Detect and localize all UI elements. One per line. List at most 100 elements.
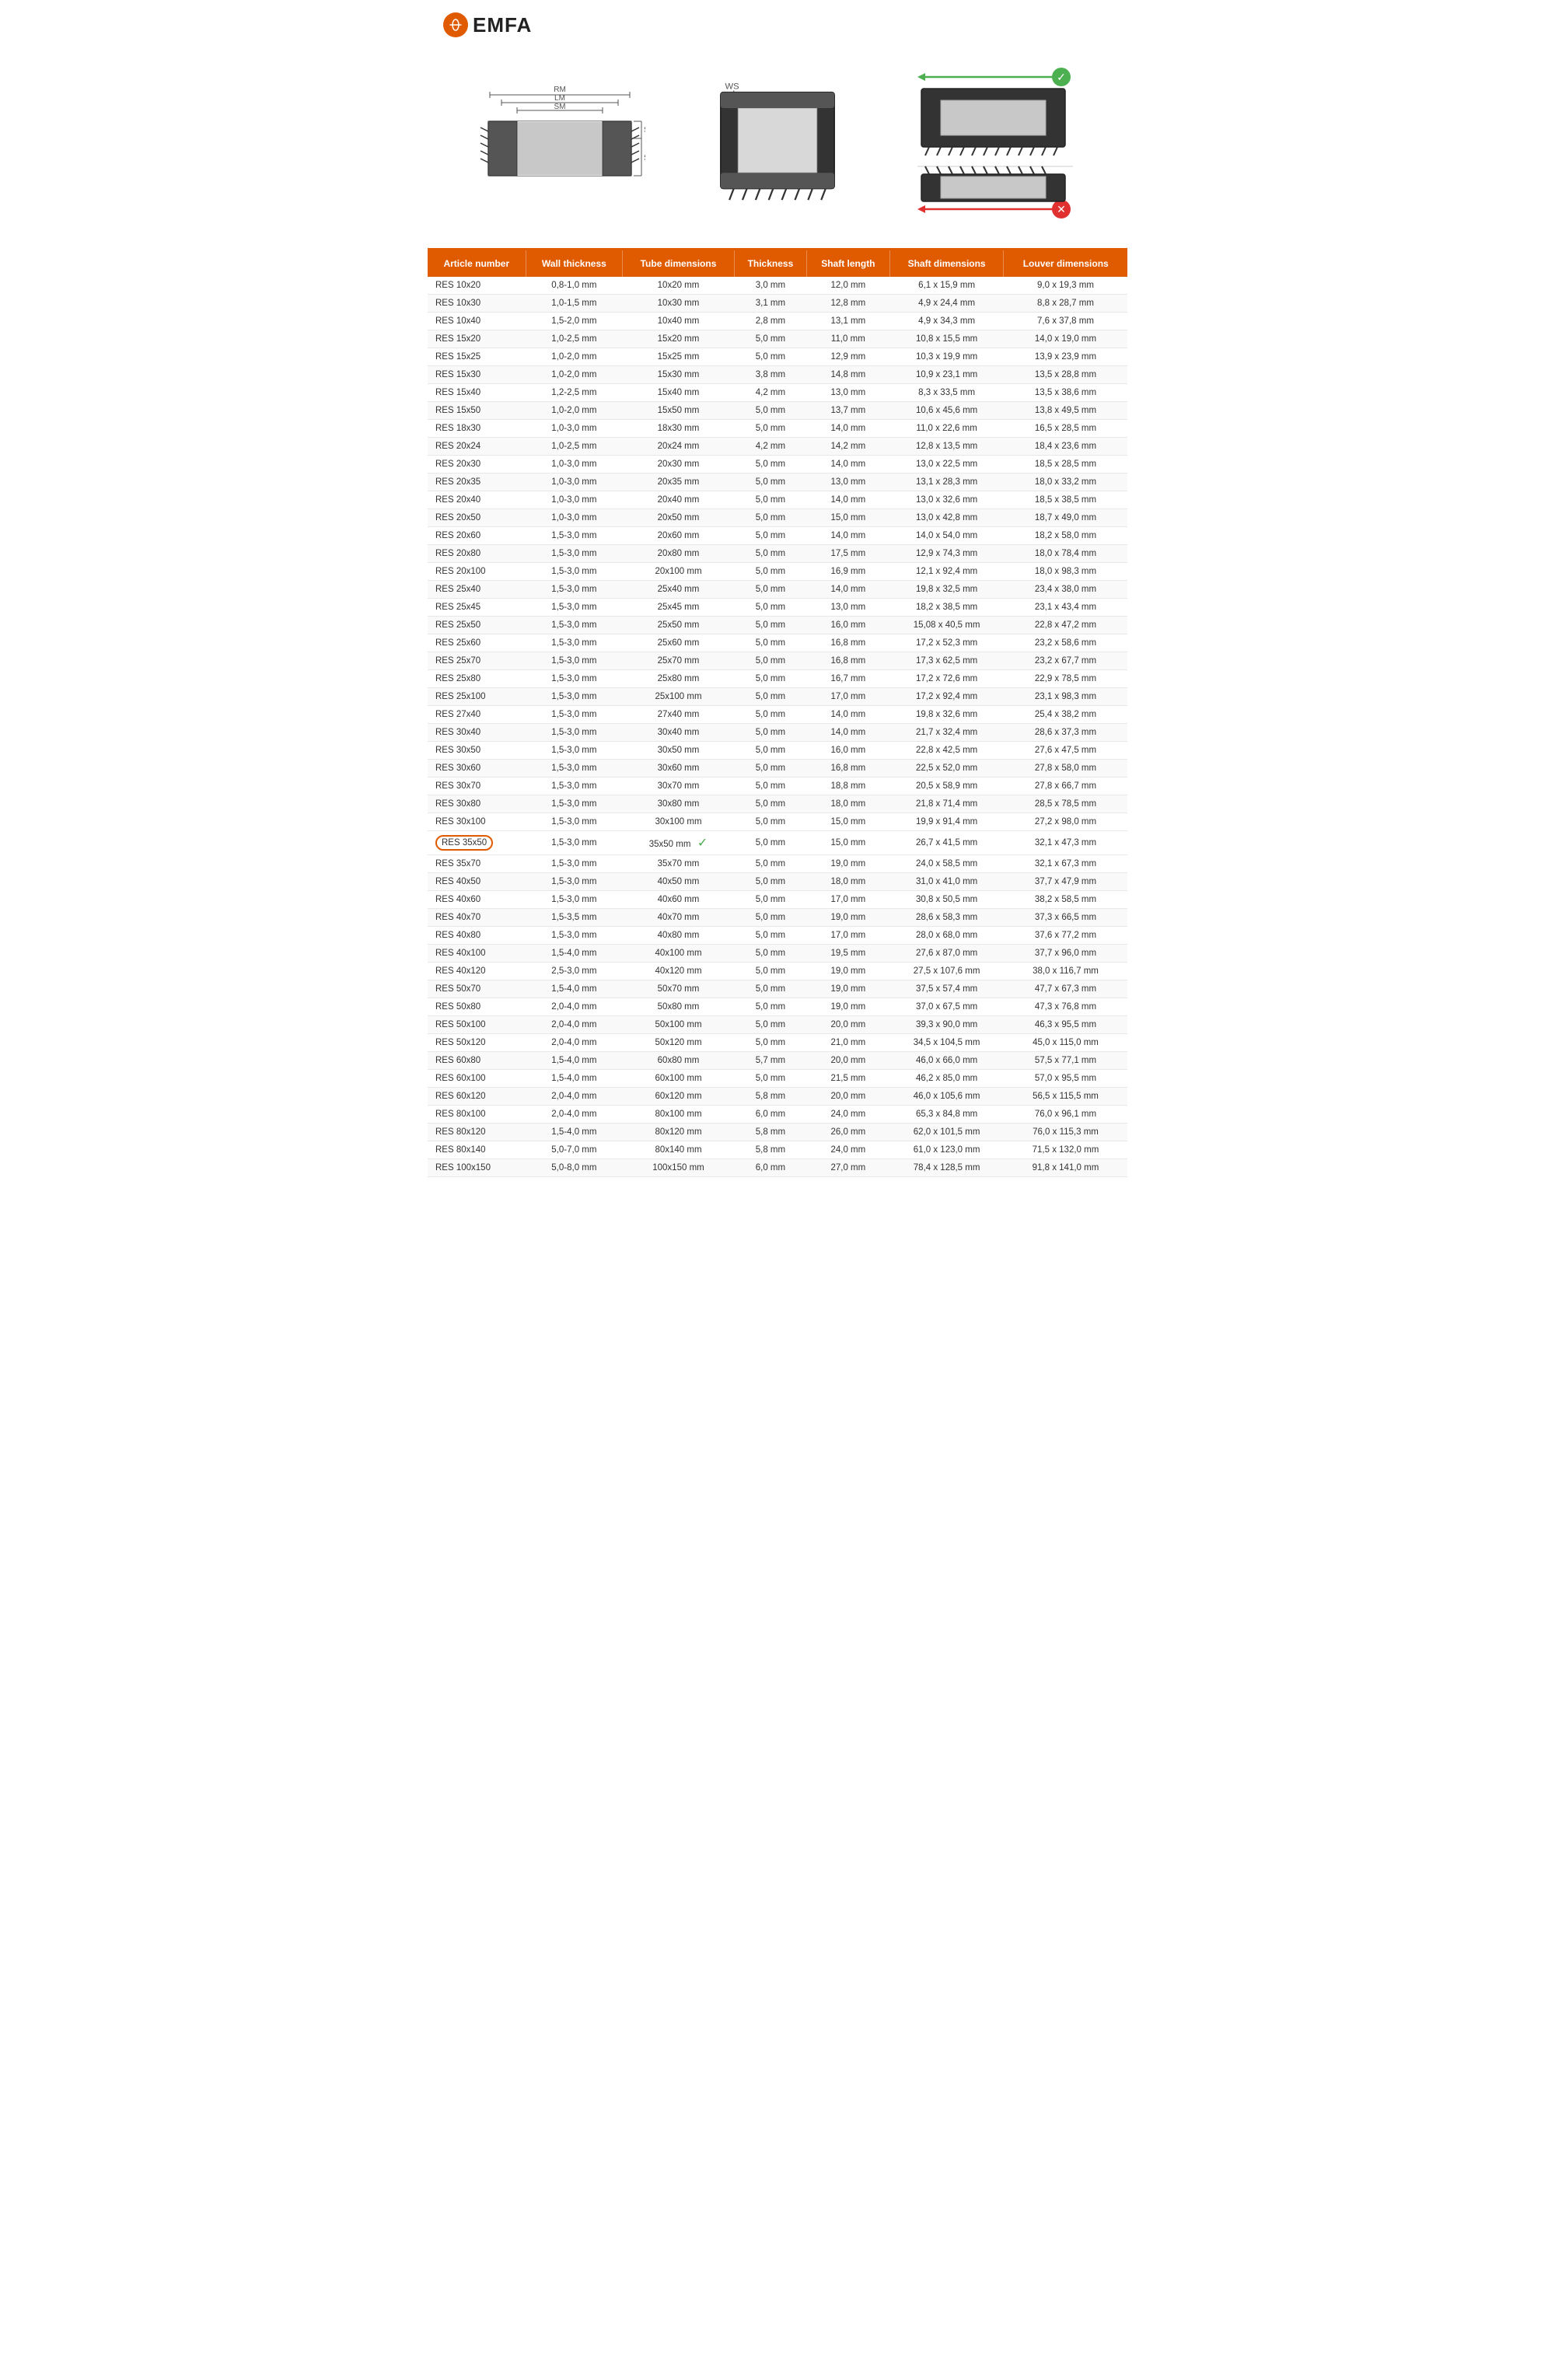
data-cell: 4,9 x 24,4 mm [889, 295, 1004, 313]
diagram-front-view: WS [708, 73, 847, 217]
svg-text:SE: SE [644, 154, 645, 163]
data-cell: 5,0 mm [734, 670, 806, 688]
article-number-cell: RES 40x100 [428, 945, 526, 963]
article-number-cell: RES 25x45 [428, 599, 526, 617]
data-cell: 13,0 x 32,6 mm [889, 491, 1004, 509]
data-cell: 25x60 mm [623, 634, 735, 652]
data-cell: 3,1 mm [734, 295, 806, 313]
col-wall-thickness: Wall thickness [526, 250, 622, 277]
data-cell: 47,3 x 76,8 mm [1004, 998, 1127, 1016]
data-cell: 1,5-3,0 mm [526, 617, 622, 634]
data-cell: 19,0 mm [806, 855, 889, 873]
data-cell: 1,5-3,0 mm [526, 634, 622, 652]
data-cell: 25,4 x 38,2 mm [1004, 706, 1127, 724]
table-row: RES 20x801,5-3,0 mm20x80 mm5,0 mm17,5 mm… [428, 545, 1127, 563]
article-number-cell: RES 10x20 [428, 277, 526, 295]
data-cell: 46,0 x 105,6 mm [889, 1088, 1004, 1106]
data-cell: 10,9 x 23,1 mm [889, 366, 1004, 384]
data-cell: 18,0 x 78,4 mm [1004, 545, 1127, 563]
data-cell: 5,0 mm [734, 742, 806, 760]
data-cell: 21,8 x 71,4 mm [889, 795, 1004, 813]
article-number-cell: RES 60x120 [428, 1088, 526, 1106]
data-cell: 5,0 mm [734, 980, 806, 998]
logo-icon [443, 12, 468, 37]
data-cell: 28,0 x 68,0 mm [889, 927, 1004, 945]
data-cell: 31,0 x 41,0 mm [889, 873, 1004, 891]
table-row: RES 25x401,5-3,0 mm25x40 mm5,0 mm14,0 mm… [428, 581, 1127, 599]
data-cell: 1,0-1,5 mm [526, 295, 622, 313]
article-number-cell: RES 15x50 [428, 402, 526, 420]
table-row: RES 30x1001,5-3,0 mm30x100 mm5,0 mm15,0 … [428, 813, 1127, 831]
article-number-cell: RES 25x60 [428, 634, 526, 652]
data-cell: 1,0-2,0 mm [526, 402, 622, 420]
data-cell: 16,8 mm [806, 760, 889, 778]
data-cell: 14,0 x 19,0 mm [1004, 330, 1127, 348]
data-cell: 37,7 x 47,9 mm [1004, 873, 1127, 891]
data-cell: 57,0 x 95,5 mm [1004, 1070, 1127, 1088]
table-row: RES 50x1002,0-4,0 mm50x100 mm5,0 mm20,0 … [428, 1016, 1127, 1034]
data-cell: 16,5 x 28,5 mm [1004, 420, 1127, 438]
data-cell: 45,0 x 115,0 mm [1004, 1034, 1127, 1052]
data-cell: 24,0 x 58,5 mm [889, 855, 1004, 873]
data-cell: 25x50 mm [623, 617, 735, 634]
data-cell: 20x24 mm [623, 438, 735, 456]
data-cell: 5,0 mm [734, 963, 806, 980]
data-cell: 18,5 x 38,5 mm [1004, 491, 1127, 509]
data-cell: 6,0 mm [734, 1159, 806, 1177]
logo: EMFA [443, 12, 532, 37]
data-cell: 10x30 mm [623, 295, 735, 313]
table-row: RES 25x451,5-3,0 mm25x45 mm5,0 mm13,0 mm… [428, 599, 1127, 617]
data-cell: 24,0 mm [806, 1106, 889, 1124]
data-cell: 32,1 x 47,3 mm [1004, 831, 1127, 855]
data-cell: 6,1 x 15,9 mm [889, 277, 1004, 295]
data-cell: 22,8 x 47,2 mm [1004, 617, 1127, 634]
data-cell: 23,2 x 58,6 mm [1004, 634, 1127, 652]
data-cell: 1,5-4,0 mm [526, 1052, 622, 1070]
article-number-cell: RES 20x35 [428, 474, 526, 491]
data-cell: 14,0 mm [806, 456, 889, 474]
data-cell: 12,9 x 74,3 mm [889, 545, 1004, 563]
data-cell: 40x100 mm [623, 945, 735, 963]
data-cell: 25x80 mm [623, 670, 735, 688]
data-cell: 18,8 mm [806, 778, 889, 795]
data-cell: 18x30 mm [623, 420, 735, 438]
data-cell: 19,8 x 32,5 mm [889, 581, 1004, 599]
data-cell: 39,3 x 90,0 mm [889, 1016, 1004, 1034]
data-cell: 50x100 mm [623, 1016, 735, 1034]
svg-text:LM: LM [554, 94, 565, 103]
data-cell: 13,0 mm [806, 384, 889, 402]
data-cell: 5,0 mm [734, 1070, 806, 1088]
table-row: RES 30x801,5-3,0 mm30x80 mm5,0 mm18,0 mm… [428, 795, 1127, 813]
data-cell: 12,8 mm [806, 295, 889, 313]
article-number-cell: RES 60x80 [428, 1052, 526, 1070]
data-cell: 18,4 x 23,6 mm [1004, 438, 1127, 456]
data-cell: 18,7 x 49,0 mm [1004, 509, 1127, 527]
data-cell: 28,5 x 78,5 mm [1004, 795, 1127, 813]
data-cell: 14,8 mm [806, 366, 889, 384]
data-cell: 1,5-3,5 mm [526, 909, 622, 927]
article-number-cell: RES 40x60 [428, 891, 526, 909]
data-cell: 19,9 x 91,4 mm [889, 813, 1004, 831]
data-cell: 2,0-4,0 mm [526, 998, 622, 1016]
article-number-cell: RES 18x30 [428, 420, 526, 438]
data-cell: 19,0 mm [806, 980, 889, 998]
table-row: RES 40x501,5-3,0 mm40x50 mm5,0 mm18,0 mm… [428, 873, 1127, 891]
data-cell: 1,0-2,0 mm [526, 366, 622, 384]
svg-text:RM: RM [554, 86, 566, 94]
data-cell: 13,0 x 22,5 mm [889, 456, 1004, 474]
table-row: RES 30x601,5-3,0 mm30x60 mm5,0 mm16,8 mm… [428, 760, 1127, 778]
table-row: RES 25x801,5-3,0 mm25x80 mm5,0 mm16,7 mm… [428, 670, 1127, 688]
data-cell: 13,7 mm [806, 402, 889, 420]
data-cell: 1,5-3,0 mm [526, 778, 622, 795]
data-cell: 17,0 mm [806, 927, 889, 945]
data-cell: 24,0 mm [806, 1141, 889, 1159]
data-cell: 16,7 mm [806, 670, 889, 688]
table-row: RES 20x301,0-3,0 mm20x30 mm5,0 mm14,0 mm… [428, 456, 1127, 474]
table-row: RES 50x1202,0-4,0 mm50x120 mm5,0 mm21,0 … [428, 1034, 1127, 1052]
data-cell: 27x40 mm [623, 706, 735, 724]
data-cell: 3,8 mm [734, 366, 806, 384]
data-cell: 40x80 mm [623, 927, 735, 945]
article-number-cell: RES 25x50 [428, 617, 526, 634]
data-cell: 46,3 x 95,5 mm [1004, 1016, 1127, 1034]
data-cell: 4,2 mm [734, 384, 806, 402]
